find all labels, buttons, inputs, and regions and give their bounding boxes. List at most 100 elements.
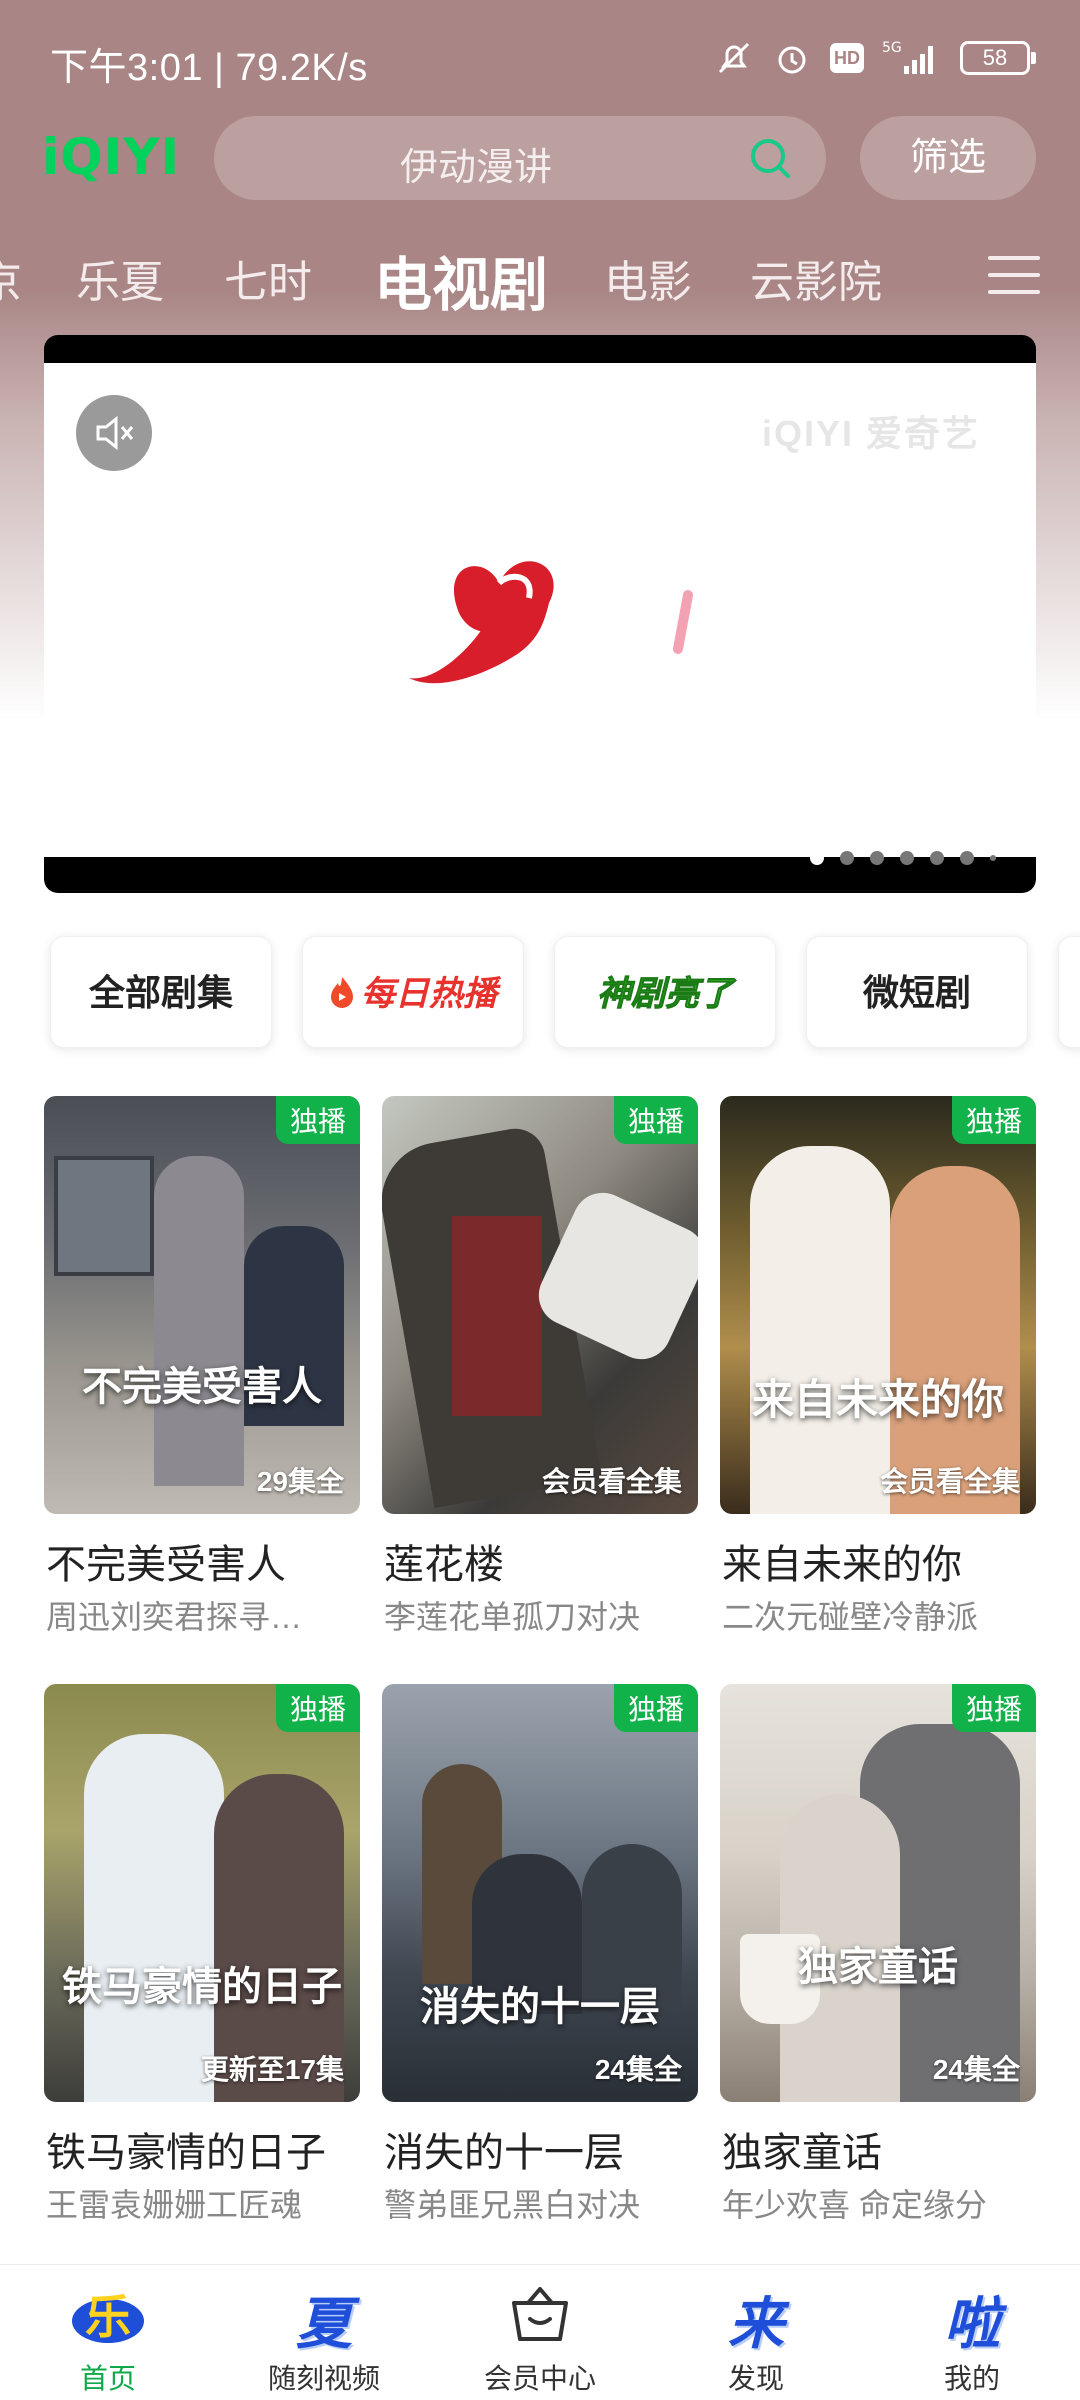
carousel-dot[interactable] (900, 851, 914, 865)
poster-title-text: 独家童话 (798, 1944, 958, 1989)
chip-label: 神剧亮了 (597, 975, 734, 1014)
hd-icon: HD (830, 43, 864, 73)
poster-title-text: 不完美受害人 (82, 1364, 322, 1409)
filter-button[interactable]: 筛选 (860, 116, 1036, 200)
nav-vip-center[interactable]: 会员中心 (432, 2265, 648, 2400)
crown-basket-icon (512, 2287, 568, 2341)
signal-5g-icon: 5G (882, 40, 933, 74)
poster-image[interactable]: 来自未来的你 独播 会员看全集 (720, 1096, 1036, 1514)
poster-image[interactable]: 独播 会员看全集 (382, 1096, 698, 1514)
svg-text:乐: 乐 (85, 2290, 131, 2344)
banner-video[interactable]: iQIYI 爱奇艺 (44, 363, 1036, 857)
episode-count: 会员看全集 (541, 1466, 682, 1497)
pink-mark-icon (673, 590, 693, 654)
hero-banner[interactable]: iQIYI 爱奇艺 (44, 335, 1036, 893)
lai-icon: 来 (728, 2292, 784, 2355)
la-icon: 啦 (944, 2292, 1000, 2355)
iqiyi-logo[interactable]: iQIYI (42, 128, 180, 186)
menu-icon[interactable] (986, 250, 1042, 300)
mute-button[interactable] (76, 395, 152, 471)
bottom-navigation: 乐 首页 夏 随刻视频 会员中心 来 发现 啦 我的 (0, 2264, 1080, 2400)
heart-ribbon-logo-icon (409, 561, 554, 684)
nav-label: 随刻视频 (267, 2363, 380, 2394)
search-icon[interactable] (746, 134, 794, 182)
episode-count: 会员看全集 (879, 1466, 1020, 1497)
mute-bell-icon (718, 42, 750, 74)
tab-tv-series[interactable]: 电视剧 (374, 238, 548, 318)
nav-label: 发现 (727, 2363, 784, 2394)
card-title[interactable]: 来自未来的你 (722, 1532, 962, 1590)
card-subtitle: 周迅刘奕君探寻… (46, 1599, 303, 1635)
exclusive-badge: 独播 (951, 1096, 1036, 1144)
card-subtitle: 李莲花单孤刀对决 (384, 1599, 641, 1635)
episode-count: 29集全 (256, 1466, 344, 1497)
home-le-icon: 乐 (72, 2290, 144, 2344)
carousel-dot[interactable] (840, 851, 854, 865)
carousel-dot[interactable] (960, 851, 974, 865)
card-subtitle: 二次元碰壁冷静派 (722, 1599, 979, 1635)
nav-moments[interactable]: 夏 随刻视频 (216, 2265, 432, 2400)
episode-count: 更新至17集 (200, 2054, 344, 2085)
carousel-dot[interactable] (870, 851, 884, 865)
chip-label: 全部剧集 (88, 972, 233, 1013)
flame-play-icon (331, 977, 353, 1008)
nav-mine[interactable]: 啦 我的 (864, 2265, 1080, 2400)
tab-lexia[interactable]: 乐夏 (76, 246, 164, 310)
tab-qishi[interactable]: 七时 (224, 246, 312, 310)
nav-label: 首页 (79, 2363, 136, 2394)
card-title[interactable]: 不完美受害人 (46, 1532, 286, 1590)
search-placeholder: 伊动漫讲 (400, 147, 553, 189)
chip-shen-ju[interactable]: 神剧亮了 (554, 936, 776, 1048)
poster-figure (750, 1146, 890, 1514)
iqiyi-watermark: iQIYI 爱奇艺 (761, 413, 980, 454)
status-icons: HD 5G 58 (714, 38, 1036, 78)
tab-cloud-cinema[interactable]: 云影院 (750, 246, 882, 310)
exclusive-badge: 独播 (275, 1096, 360, 1144)
card-title[interactable]: 独家童话 (722, 2120, 882, 2178)
nav-label: 会员中心 (483, 2363, 596, 2394)
poster-window (54, 1156, 154, 1276)
carousel-dot[interactable] (990, 855, 996, 861)
poster-image[interactable]: 不完美受害人 独播 29集全 (44, 1096, 360, 1514)
carousel-dots (810, 851, 996, 865)
episode-count: 24集全 (932, 2054, 1020, 2085)
category-chips: 全部剧集 每日热播 神剧亮了 微短剧 (50, 936, 1080, 1050)
card-title[interactable]: 莲花楼 (384, 1532, 504, 1590)
tab-movie[interactable]: 电影 (604, 246, 692, 310)
poster-title-text: 来自未来的你 (751, 1378, 1004, 1424)
status-time-speed: 下午3:01 | 79.2K/s (50, 47, 368, 89)
poster-title-text: 消失的十一层 (420, 1984, 660, 2029)
card-title[interactable]: 消失的十一层 (384, 2120, 624, 2178)
alarm-icon (778, 46, 806, 74)
card-subtitle: 警弟匪兄黑白对决 (384, 2187, 641, 2223)
chip-label: 每日热播 (361, 975, 497, 1013)
tab-jing[interactable]: 京 (0, 246, 22, 310)
battery-icon: 58 (960, 41, 1036, 75)
chip-more[interactable] (1058, 936, 1080, 1048)
exclusive-badge: 独播 (951, 1684, 1036, 1732)
episode-count: 24集全 (594, 2054, 682, 2085)
chip-daily-hot[interactable]: 每日热播 (302, 936, 524, 1048)
carousel-dot[interactable] (930, 851, 944, 865)
speaker-muted-icon (96, 415, 134, 451)
card-title[interactable]: 铁马豪情的日子 (46, 2120, 326, 2178)
search-input[interactable]: 伊动漫讲 (214, 116, 826, 200)
card-subtitle: 年少欢喜 命定缘分 (722, 2187, 987, 2223)
carousel-dot[interactable] (810, 851, 824, 865)
chip-all-series[interactable]: 全部剧集 (50, 936, 272, 1048)
poster-image[interactable]: 独家童话 独播 24集全 (720, 1684, 1036, 2102)
status-bar: 下午3:01 | 79.2K/s HD 5G 58 (0, 0, 1080, 120)
category-tabs: 京 乐夏 七时 电视剧 电影 云影院 (0, 238, 1080, 318)
chip-micro-drama[interactable]: 微短剧 (806, 936, 1028, 1048)
chip-label: 微短剧 (862, 972, 971, 1013)
poster-image[interactable]: 铁马豪情的日子 独播 更新至17集 (44, 1684, 360, 2102)
poster-image[interactable]: 消失的十一层 独播 24集全 (382, 1684, 698, 2102)
nav-label: 我的 (943, 2363, 1000, 2394)
poster-figure (84, 1734, 224, 2102)
exclusive-badge: 独播 (275, 1684, 360, 1732)
poster-figure (154, 1156, 244, 1486)
xia-icon: 夏 (296, 2292, 352, 2355)
poster-title-text: 铁马豪情的日子 (62, 1964, 342, 2009)
nav-discover[interactable]: 来 发现 (648, 2265, 864, 2400)
nav-home[interactable]: 乐 首页 (0, 2265, 216, 2400)
